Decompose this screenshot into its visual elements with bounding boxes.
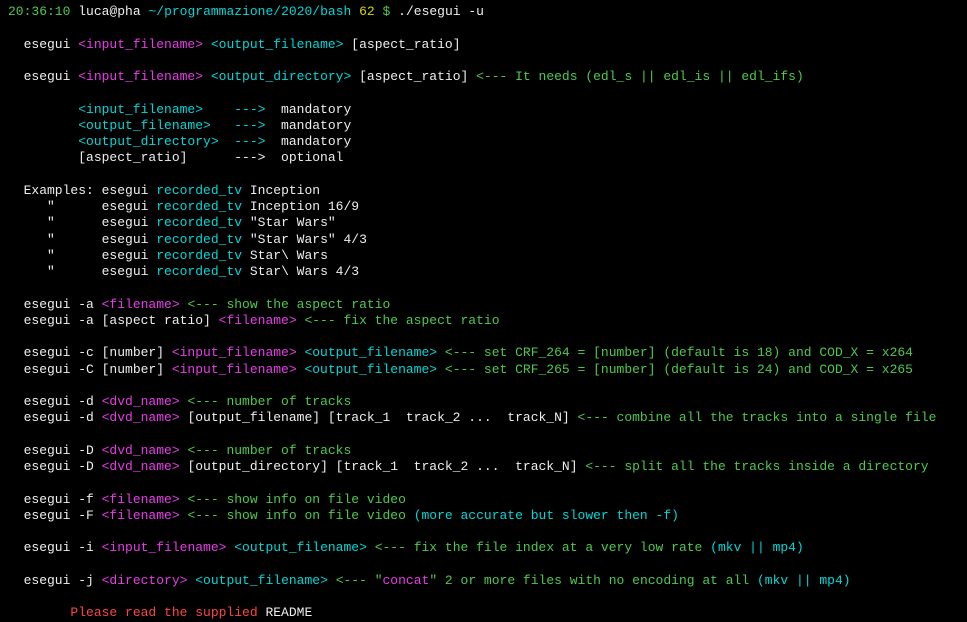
blank <box>8 557 959 573</box>
opt-f: esegui -f <filename> <--- show info on f… <box>8 492 959 508</box>
blank <box>8 167 959 183</box>
readme-line: Please read the supplied README <box>8 605 959 621</box>
opt-a-show: esegui -a <filename> <--- show the aspec… <box>8 297 959 313</box>
blank <box>8 85 959 101</box>
param-output-file: <output_filename> ---> mandatory <box>8 118 959 134</box>
usage-2: esegui <input_filename> <output_director… <box>8 69 959 85</box>
blank <box>8 589 959 605</box>
opt-i: esegui -i <input_filename> <output_filen… <box>8 540 959 556</box>
blank <box>8 475 959 491</box>
usage-1: esegui <input_filename> <output_filename… <box>8 37 959 53</box>
opt-d-count: esegui -d <dvd_name> <--- number of trac… <box>8 394 959 410</box>
opt-C: esegui -C [number] <input_filename> <out… <box>8 362 959 378</box>
example-2: " esegui recorded_tv Inception 16/9 <box>8 199 959 215</box>
blank <box>8 524 959 540</box>
prompt-dollar: $ <box>383 4 391 19</box>
opt-D-split: esegui -D <dvd_name> [output_directory] … <box>8 459 959 475</box>
blank <box>8 329 959 345</box>
command: ./esegui -u <box>398 4 484 19</box>
opt-d-combine: esegui -d <dvd_name> [output_filename] [… <box>8 410 959 426</box>
example-1: Examples: esegui recorded_tv Inception <box>8 183 959 199</box>
blank <box>8 53 959 69</box>
blank <box>8 20 959 36</box>
param-output-dir: <output_directory> ---> mandatory <box>8 134 959 150</box>
user-host: luca@pha <box>78 4 140 19</box>
opt-j: esegui -j <directory> <output_filename> … <box>8 573 959 589</box>
prompt-line[interactable]: 20:36:10 luca@pha ~/programmazione/2020/… <box>8 4 959 20</box>
example-3: " esegui recorded_tv "Star Wars" <box>8 215 959 231</box>
opt-a-fix: esegui -a [aspect ratio] <filename> <---… <box>8 313 959 329</box>
opt-D-count: esegui -D <dvd_name> <--- number of trac… <box>8 443 959 459</box>
example-6: " esegui recorded_tv Star\ Wars 4/3 <box>8 264 959 280</box>
param-input: <input_filename> ---> mandatory <box>8 102 959 118</box>
opt-F: esegui -F <filename> <--- show info on f… <box>8 508 959 524</box>
example-4: " esegui recorded_tv "Star Wars" 4/3 <box>8 232 959 248</box>
param-aspect: [aspect_ratio] ---> optional <box>8 150 959 166</box>
example-5: " esegui recorded_tv Star\ Wars <box>8 248 959 264</box>
blank <box>8 427 959 443</box>
blank <box>8 280 959 296</box>
path: ~/programmazione/2020/bash <box>148 4 351 19</box>
blank <box>8 378 959 394</box>
opt-c: esegui -c [number] <input_filename> <out… <box>8 345 959 361</box>
time: 20:36:10 <box>8 4 70 19</box>
prompt-num: 62 <box>359 4 375 19</box>
